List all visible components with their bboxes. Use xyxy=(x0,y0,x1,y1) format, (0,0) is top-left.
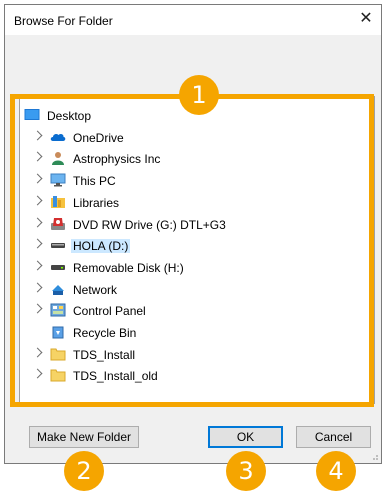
chevron-right-icon[interactable] xyxy=(32,347,43,358)
tree-item-label: Libraries xyxy=(73,195,120,210)
title-bar: Browse For Folder ✕ xyxy=(5,5,381,35)
tree-item-label: Desktop xyxy=(47,109,92,123)
chevron-right-icon[interactable] xyxy=(32,195,43,206)
callout-badge-1: 1 xyxy=(179,75,219,115)
cloud-icon xyxy=(50,130,66,144)
dialog-title: Browse For Folder xyxy=(14,14,113,28)
recycle-bin-icon xyxy=(50,325,66,339)
libraries-icon xyxy=(50,195,66,209)
tree-item[interactable]: TDS_Install_old xyxy=(20,365,374,386)
user-icon xyxy=(50,151,66,166)
monitor-icon xyxy=(50,173,66,187)
tree-item-label: TDS_Install_old xyxy=(73,369,158,384)
drive-icon xyxy=(50,238,66,252)
callout-badge-4: 4 xyxy=(316,451,356,491)
folder-icon xyxy=(50,347,66,361)
removable-drive-icon xyxy=(50,260,66,274)
tree-item[interactable]: OneDrive xyxy=(20,127,374,148)
callout-badge-3: 3 xyxy=(226,451,266,491)
close-icon[interactable]: ✕ xyxy=(357,10,375,28)
tree-item-label: Recycle Bin xyxy=(73,326,137,340)
chevron-right-icon[interactable] xyxy=(32,282,43,293)
tree-item[interactable]: Network xyxy=(20,279,374,300)
tree-item[interactable]: HOLA (D:) xyxy=(20,235,374,256)
chevron-right-icon[interactable] xyxy=(32,368,43,379)
chevron-right-icon[interactable] xyxy=(32,303,43,314)
tree-item[interactable]: This PC xyxy=(20,170,374,191)
ok-button[interactable]: OK xyxy=(208,426,283,448)
tree-item-label: Removable Disk (H:) xyxy=(73,260,184,275)
cancel-button[interactable]: Cancel xyxy=(296,426,371,448)
tree-item[interactable]: Removable Disk (H:) xyxy=(20,257,374,278)
tree-item[interactable]: Libraries xyxy=(20,192,374,213)
callout-badge-2: 2 xyxy=(64,451,104,491)
tree-item[interactable]: Astrophysics Inc xyxy=(20,148,374,169)
tree-item[interactable]: TDS_Install xyxy=(20,344,374,365)
browse-folder-dialog: Browse For Folder ✕ Desktop OneDrive Astro… xyxy=(4,4,382,464)
network-icon xyxy=(50,282,66,296)
chevron-right-icon[interactable] xyxy=(32,173,43,184)
chevron-right-icon[interactable] xyxy=(32,130,43,141)
tree-item-label: DVD RW Drive (G:) DTL+G3 xyxy=(73,217,226,232)
desktop-icon xyxy=(24,108,40,122)
tree-item-label: OneDrive xyxy=(73,130,124,145)
control-panel-icon xyxy=(50,303,66,317)
tree-item[interactable]: Recycle Bin xyxy=(20,322,374,343)
chevron-right-icon[interactable] xyxy=(32,238,43,249)
tree-item-label: HOLA (D:) xyxy=(71,239,131,254)
tree-item[interactable]: Control Panel xyxy=(20,300,374,321)
tree-item-label: Astrophysics Inc xyxy=(73,152,161,167)
tree-item[interactable]: DVD RW Drive (G:) DTL+G3 xyxy=(20,214,374,235)
tree-item-label: Control Panel xyxy=(73,304,146,319)
make-new-folder-button[interactable]: Make New Folder xyxy=(29,426,139,448)
tree-item-label: Network xyxy=(73,282,118,297)
chevron-right-icon[interactable] xyxy=(32,260,43,271)
chevron-right-icon[interactable] xyxy=(32,217,43,227)
folder-icon xyxy=(50,368,66,382)
chevron-right-icon[interactable] xyxy=(32,151,43,162)
tree-item-label: TDS_Install xyxy=(73,347,136,362)
resize-grip-icon[interactable] xyxy=(369,451,379,461)
folder-tree[interactable]: Desktop OneDrive Astrophysics Inc This PC Li… xyxy=(19,96,375,404)
dvd-drive-icon xyxy=(50,217,66,231)
tree-item-label: This PC xyxy=(73,174,116,189)
